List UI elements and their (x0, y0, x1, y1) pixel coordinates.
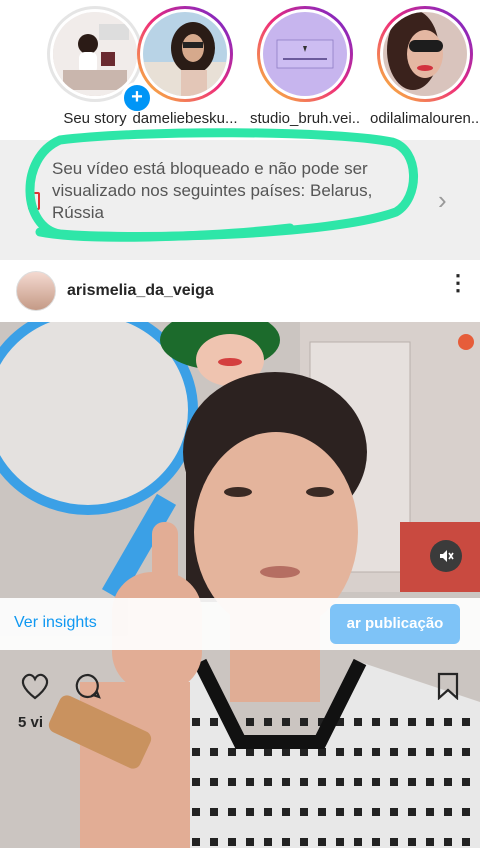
avatar (263, 12, 347, 96)
avatar (143, 12, 227, 96)
story-item[interactable]: studio_bruh.vei... (250, 6, 360, 127)
story-label: dameliebesku... (132, 110, 238, 127)
post-media[interactable] (0, 322, 480, 848)
boost-post-button[interactable]: ar publicação (330, 604, 460, 644)
bookmark-icon[interactable] (436, 672, 460, 700)
mute-icon[interactable] (430, 540, 462, 572)
comment-icon[interactable] (74, 672, 102, 700)
story-ring (257, 6, 353, 102)
views-count: 5 vi (18, 714, 44, 731)
story-ring (137, 6, 233, 102)
highlight-annotation (25, 128, 418, 242)
story-label: studio_bruh.vei... (250, 110, 360, 127)
post-username[interactable]: arismelia_da_veiga (67, 282, 214, 300)
view-insights-link[interactable]: Ver insights (14, 614, 97, 632)
post-header: arismelia_da_veiga ⋮ (0, 260, 480, 322)
more-options-icon[interactable]: ⋮ (447, 272, 469, 294)
story-label: odilalimalouren... (370, 110, 480, 127)
story-item[interactable]: dameliebesku... (130, 6, 240, 127)
story-ring (377, 6, 473, 102)
stories-tray: + Seu story dameliebesku... studio_bruh.… (0, 0, 480, 140)
avatar[interactable] (16, 271, 56, 311)
avatar (383, 12, 467, 96)
heart-icon[interactable] (20, 672, 50, 700)
story-item[interactable]: odilalimalouren... (370, 6, 480, 127)
avatar (53, 12, 137, 96)
